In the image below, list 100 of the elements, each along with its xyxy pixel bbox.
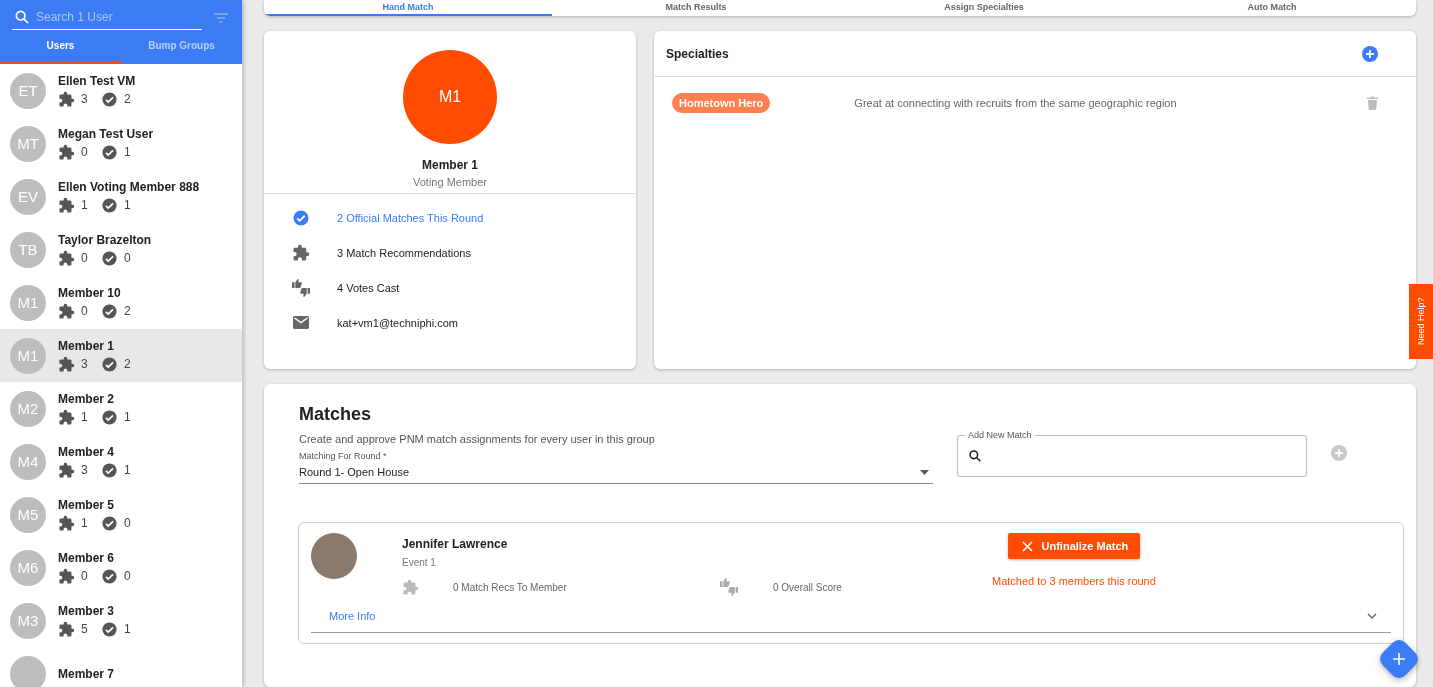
match-count: 1 bbox=[124, 145, 132, 159]
check-circle-icon bbox=[291, 208, 310, 227]
thumbs-up-down-icon bbox=[290, 278, 311, 297]
user-list-item[interactable]: M4 Member 4 3 1 bbox=[0, 435, 242, 488]
stat-text: 4 Votes Cast bbox=[337, 281, 400, 294]
puzzle-icon bbox=[58, 143, 75, 161]
match-count: 2 bbox=[124, 92, 132, 106]
puzzle-icon bbox=[58, 249, 75, 267]
recommendation-count: 0 bbox=[81, 304, 89, 318]
card-title: Specialties bbox=[666, 46, 729, 61]
section-description: Create and approve PNM match assignments for every user in this group bbox=[299, 433, 656, 445]
match-recs-text: 0 Match Recs To Member bbox=[453, 581, 567, 593]
check-circle-icon bbox=[101, 620, 118, 638]
search-icon bbox=[968, 449, 982, 463]
recommendation-count: 0 bbox=[81, 569, 89, 583]
avatar-initials: M1 bbox=[438, 88, 462, 106]
puzzle-icon bbox=[58, 196, 75, 214]
round-select[interactable]: Matching For Round * Round 1- Open House bbox=[299, 451, 933, 484]
check-circle-icon bbox=[101, 408, 118, 426]
user-list-item[interactable]: Member 7 bbox=[0, 647, 242, 687]
puzzle-icon bbox=[402, 578, 419, 596]
puzzle-icon bbox=[291, 243, 310, 262]
avatar-initials: M1 bbox=[17, 294, 39, 311]
puzzle-icon bbox=[58, 514, 75, 532]
user-name: Member 7 bbox=[58, 666, 115, 681]
user-list-item[interactable]: MT Megan Test User 0 1 bbox=[0, 117, 242, 170]
tab[interactable]: Hand Match bbox=[264, 0, 552, 16]
avatar-initials: M4 bbox=[17, 453, 39, 470]
tab[interactable]: Assign Specialties bbox=[840, 0, 1128, 16]
user-list-item[interactable]: M5 Member 5 1 0 bbox=[0, 488, 242, 541]
user-list-item[interactable]: M6 Member 6 0 0 bbox=[0, 541, 242, 594]
recommendation-count: 3 bbox=[81, 357, 89, 371]
user-list-item[interactable]: M3 Member 3 5 1 bbox=[0, 594, 242, 647]
member-name: Member 1 bbox=[422, 158, 478, 172]
user-list-item[interactable]: TB Taylor Brazelton 0 0 bbox=[0, 223, 242, 276]
check-circle-icon bbox=[101, 567, 118, 585]
recommendation-count: 3 bbox=[81, 463, 89, 477]
overall-score-text: 0 Overall Score bbox=[773, 581, 842, 593]
match-count: 1 bbox=[124, 463, 132, 477]
user-name: Member 6 bbox=[58, 550, 116, 565]
user-name: Member 3 bbox=[58, 603, 116, 618]
member-role: Voting Member bbox=[413, 176, 487, 188]
puzzle-icon bbox=[58, 408, 75, 426]
puzzle-icon bbox=[58, 302, 75, 320]
specialty-tag: Hometown Hero bbox=[672, 93, 771, 113]
match-count: 1 bbox=[124, 622, 132, 636]
stat-text: 3 Match Recommendations bbox=[337, 246, 471, 259]
avatar-initials: M1 bbox=[17, 347, 39, 364]
thumbs-up-down-icon bbox=[719, 578, 739, 596]
search-field[interactable]: Search 1 User bbox=[36, 10, 196, 24]
avatar bbox=[10, 655, 46, 687]
search-icon bbox=[14, 9, 30, 25]
check-circle-icon bbox=[101, 249, 118, 267]
match-count: 1 bbox=[124, 410, 132, 424]
chevron-down-icon[interactable] bbox=[1367, 613, 1377, 619]
check-circle-icon bbox=[101, 90, 118, 108]
recommendation-count: 0 bbox=[81, 251, 89, 265]
tab[interactable]: Auto Match bbox=[1128, 0, 1416, 16]
sidebar-tab[interactable]: Users bbox=[0, 30, 121, 64]
event-name: Event 1 bbox=[402, 557, 437, 568]
match-status: Matched to 3 members this round bbox=[992, 575, 1156, 587]
user-list-item[interactable]: M1 Member 1 3 2 bbox=[0, 329, 242, 382]
recommendation-count: 1 bbox=[81, 198, 89, 212]
user-name: Taylor Brazelton bbox=[58, 232, 152, 247]
puzzle-icon bbox=[58, 461, 75, 479]
check-circle-icon bbox=[101, 355, 118, 373]
recommendation-count: 1 bbox=[81, 516, 89, 530]
user-name: Member 10 bbox=[58, 285, 122, 300]
avatar-initials: MT bbox=[17, 135, 39, 152]
user-name: Megan Test User bbox=[58, 126, 154, 141]
section-title: Matches bbox=[299, 404, 373, 425]
dropdown-icon bbox=[920, 469, 929, 475]
stat-text: 2 Official Matches This Round bbox=[337, 211, 484, 224]
user-list-item[interactable]: ET Ellen Test VM 3 2 bbox=[0, 64, 242, 117]
avatar-initials: M2 bbox=[17, 400, 39, 417]
more-info-link[interactable]: More Info bbox=[329, 610, 376, 622]
stat-text: kat+vm1@techniphi.com bbox=[337, 316, 458, 329]
user-name: Ellen Voting Member 888 bbox=[58, 179, 200, 194]
avatar-initials: ET bbox=[18, 82, 38, 99]
photo-placeholder bbox=[311, 533, 357, 579]
user-list-item[interactable]: M1 Member 10 0 2 bbox=[0, 276, 242, 329]
avatar-initials: EV bbox=[18, 188, 38, 205]
user-list-item[interactable]: EV Ellen Voting Member 888 1 1 bbox=[0, 170, 242, 223]
user-name: Member 4 bbox=[58, 444, 116, 459]
match-count: 2 bbox=[124, 304, 132, 318]
close-icon bbox=[1021, 540, 1033, 552]
puzzle-icon bbox=[58, 90, 75, 108]
avatar-initials: M6 bbox=[17, 559, 39, 576]
match-count: 0 bbox=[124, 251, 132, 265]
tab[interactable]: Match Results bbox=[552, 0, 840, 16]
match-count: 2 bbox=[124, 357, 132, 371]
pnm-name: Jennifer Lawrence bbox=[402, 537, 509, 551]
user-list-item[interactable]: M2 Member 2 1 1 bbox=[0, 382, 242, 435]
user-name: Member 5 bbox=[58, 497, 116, 512]
check-circle-icon bbox=[101, 143, 118, 161]
add-icon[interactable] bbox=[1362, 45, 1378, 62]
recommendation-count: 1 bbox=[81, 410, 89, 424]
recommendation-count: 3 bbox=[81, 92, 89, 106]
match-count: 0 bbox=[124, 569, 132, 583]
puzzle-icon bbox=[58, 567, 75, 585]
